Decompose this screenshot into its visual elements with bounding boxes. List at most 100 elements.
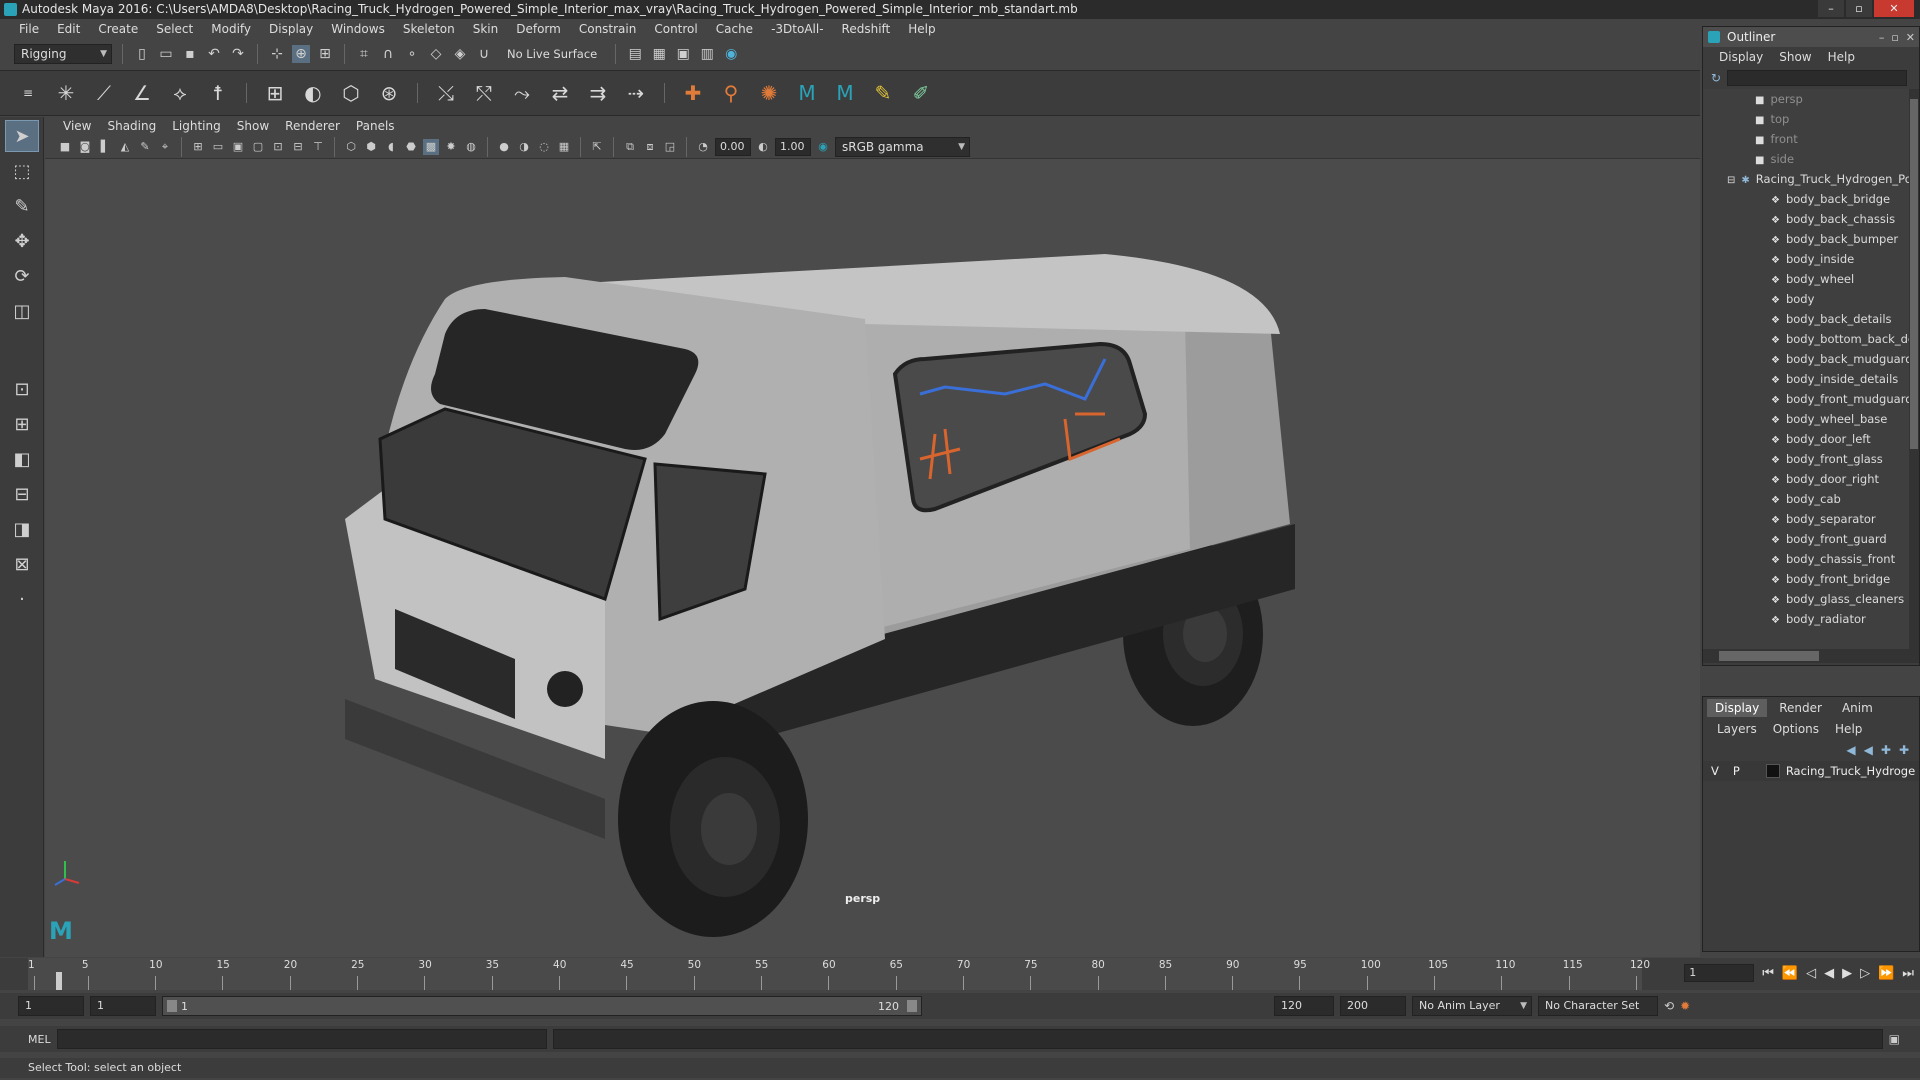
exposure-field[interactable]: 0.00 bbox=[715, 137, 751, 156]
cluster-icon[interactable]: ◐ bbox=[299, 79, 327, 107]
aim-constraint-icon[interactable]: ⚲ bbox=[717, 79, 745, 107]
two-view-icon[interactable]: ◧ bbox=[5, 443, 39, 475]
ambient-occlusion-icon[interactable]: ◍ bbox=[463, 139, 479, 155]
outliner-menu-show[interactable]: Show bbox=[1771, 50, 1819, 64]
outliner-item[interactable]: ❖ body_front_guard bbox=[1703, 529, 1919, 549]
menu-create[interactable]: Create bbox=[89, 22, 147, 36]
outliner-item[interactable]: ❖ body_glass_cleaners bbox=[1703, 589, 1919, 609]
outliner-camera-persp[interactable]: ■ persp bbox=[1703, 89, 1919, 109]
layer-name[interactable]: Racing_Truck_Hydroge bbox=[1786, 764, 1915, 778]
menu-help[interactable]: Help bbox=[899, 22, 944, 36]
menu-skin[interactable]: Skin bbox=[464, 22, 508, 36]
outliner-item[interactable]: ❖ body_inside_details bbox=[1703, 369, 1919, 389]
outliner-view-icon[interactable]: ⊟ bbox=[5, 478, 39, 510]
vp-menu-show[interactable]: Show bbox=[229, 119, 277, 133]
snap-live-icon[interactable]: ◈ bbox=[451, 45, 469, 63]
play-forward-icon[interactable]: ▶ bbox=[1842, 966, 1852, 981]
live-surface-label[interactable]: No Live Surface bbox=[499, 47, 605, 61]
outliner-item[interactable]: ❖ body_front_mudguard bbox=[1703, 389, 1919, 409]
paint-icon[interactable]: ✐ bbox=[907, 79, 935, 107]
anti-alias-icon[interactable]: ◑ bbox=[516, 139, 532, 155]
step-back-key-icon[interactable]: ⏪ bbox=[1782, 966, 1798, 981]
outliner-item[interactable]: ❖ body_radiator bbox=[1703, 609, 1919, 629]
script-editor-icon[interactable]: ▣ bbox=[1889, 1032, 1900, 1046]
select-component-icon[interactable]: ⊞ bbox=[316, 45, 334, 63]
outliner-item[interactable]: ❖ body_back_bumper bbox=[1703, 229, 1919, 249]
menu-edit[interactable]: Edit bbox=[48, 22, 89, 36]
hypershade-icon[interactable]: ◉ bbox=[722, 45, 740, 63]
rotate-tool-icon[interactable]: ⟳ bbox=[5, 260, 39, 292]
paint-weights-icon[interactable]: ⤳ bbox=[508, 79, 536, 107]
collapse-icon[interactable]: ⊟ bbox=[1727, 171, 1735, 191]
isolate-select-icon[interactable]: ⇱ bbox=[589, 139, 605, 155]
range-end-handle[interactable] bbox=[907, 1000, 917, 1012]
layer-menu-layers[interactable]: Layers bbox=[1709, 722, 1765, 736]
xray-icon[interactable]: ▦ bbox=[556, 139, 572, 155]
select-object-icon[interactable]: ⊕ bbox=[292, 45, 310, 63]
scrollbar-thumb[interactable] bbox=[1910, 99, 1918, 449]
maya-m-icon[interactable]: M bbox=[793, 79, 821, 107]
menu-constrain[interactable]: Constrain bbox=[570, 22, 646, 36]
go-to-end-icon[interactable]: ⏭ bbox=[1902, 966, 1914, 981]
new-scene-icon[interactable]: ▯ bbox=[133, 45, 151, 63]
gamma-icon[interactable]: ◐ bbox=[755, 139, 771, 155]
shelf-menu-icon[interactable]: ≡ bbox=[14, 79, 42, 107]
scale-tool-icon[interactable]: ◫ bbox=[5, 295, 39, 327]
twod-pan-zoom-icon[interactable]: ⌖ bbox=[157, 139, 173, 155]
safe-action-icon[interactable]: ⊟ bbox=[290, 139, 306, 155]
outliner-camera-front[interactable]: ■ front bbox=[1703, 129, 1919, 149]
minimize-button[interactable]: – bbox=[1818, 0, 1844, 17]
scene-3d-view[interactable] bbox=[45, 159, 1700, 957]
outliner-item[interactable]: ❖ body_door_left bbox=[1703, 429, 1919, 449]
outliner-menu-display[interactable]: Display bbox=[1711, 50, 1771, 64]
viewport-panel[interactable]: View Shading Lighting Show Renderer Pane… bbox=[45, 117, 1700, 957]
backface-icon[interactable]: ◲ bbox=[662, 139, 678, 155]
playback-start-field[interactable]: 1 bbox=[90, 996, 156, 1016]
outliner-item[interactable]: ❖ body_chassis_front bbox=[1703, 549, 1919, 569]
layer-row[interactable]: V P Racing_Truck_Hydroge bbox=[1703, 761, 1919, 781]
menu-modify[interactable]: Modify bbox=[202, 22, 260, 36]
humanik-icon[interactable]: ☨ bbox=[204, 79, 232, 107]
field-chart-icon[interactable]: ⊡ bbox=[270, 139, 286, 155]
image-plane-icon[interactable]: ◭ bbox=[117, 139, 133, 155]
textured-icon[interactable]: ▩ bbox=[423, 138, 439, 155]
move-layer-down-icon[interactable]: ◀ bbox=[1864, 743, 1873, 757]
gamma-field[interactable]: 1.00 bbox=[775, 137, 811, 156]
menu-cache[interactable]: Cache bbox=[707, 22, 762, 36]
exposure-icon[interactable]: ◔ bbox=[695, 139, 711, 155]
outliner-item[interactable]: ❖ body bbox=[1703, 289, 1919, 309]
xray-active-icon[interactable]: ⧈ bbox=[642, 139, 658, 155]
save-scene-icon[interactable]: ▪ bbox=[181, 45, 199, 63]
layer-menu-options[interactable]: Options bbox=[1765, 722, 1827, 736]
snap-magnet-icon[interactable]: ∪ bbox=[475, 45, 493, 63]
step-forward-key-icon[interactable]: ⏩ bbox=[1878, 966, 1894, 981]
close-button[interactable]: ✕ bbox=[1874, 0, 1914, 17]
outliner-item[interactable]: ❖ body_inside bbox=[1703, 249, 1919, 269]
step-back-frame-icon[interactable]: ◁ bbox=[1806, 966, 1816, 981]
outliner-item[interactable]: ❖ body_door_right bbox=[1703, 469, 1919, 489]
range-slider[interactable]: 1 120 bbox=[162, 996, 922, 1016]
outliner-item[interactable]: ❖ body_back_mudguard bbox=[1703, 349, 1919, 369]
vp-menu-shading[interactable]: Shading bbox=[99, 119, 164, 133]
use-lights-icon[interactable]: ◖ bbox=[383, 139, 399, 155]
color-management-icon[interactable]: ◉ bbox=[815, 139, 831, 155]
scrollbar-thumb[interactable] bbox=[1719, 651, 1819, 661]
render-current-icon[interactable]: ▣ bbox=[674, 45, 692, 63]
tab-display[interactable]: Display bbox=[1707, 699, 1768, 717]
outliner-item[interactable]: ❖ body_separator bbox=[1703, 509, 1919, 529]
point-constraint-icon[interactable]: ✚ bbox=[679, 79, 707, 107]
menu-3dtoall[interactable]: -3DtoAll- bbox=[762, 22, 832, 36]
layer-playback-toggle[interactable]: P bbox=[1733, 764, 1740, 778]
menu-display[interactable]: Display bbox=[260, 22, 322, 36]
lattice-icon[interactable]: ⊞ bbox=[261, 79, 289, 107]
outliner-item[interactable]: ❖ body_wheel_base bbox=[1703, 409, 1919, 429]
play-backward-icon[interactable]: ◀ bbox=[1824, 966, 1834, 981]
start-time-field[interactable]: 1 bbox=[18, 996, 84, 1016]
wrap-deformer-icon[interactable]: ⬡ bbox=[337, 79, 365, 107]
step-forward-frame-icon[interactable]: ▷ bbox=[1860, 966, 1870, 981]
outliner-menu-help[interactable]: Help bbox=[1820, 50, 1863, 64]
end-time-field[interactable]: 200 bbox=[1340, 996, 1406, 1016]
select-hierarchy-icon[interactable]: ⊹ bbox=[268, 45, 286, 63]
render-settings-icon[interactable]: ▤ bbox=[626, 45, 644, 63]
snap-grid-icon[interactable]: ⌗ bbox=[355, 45, 373, 63]
